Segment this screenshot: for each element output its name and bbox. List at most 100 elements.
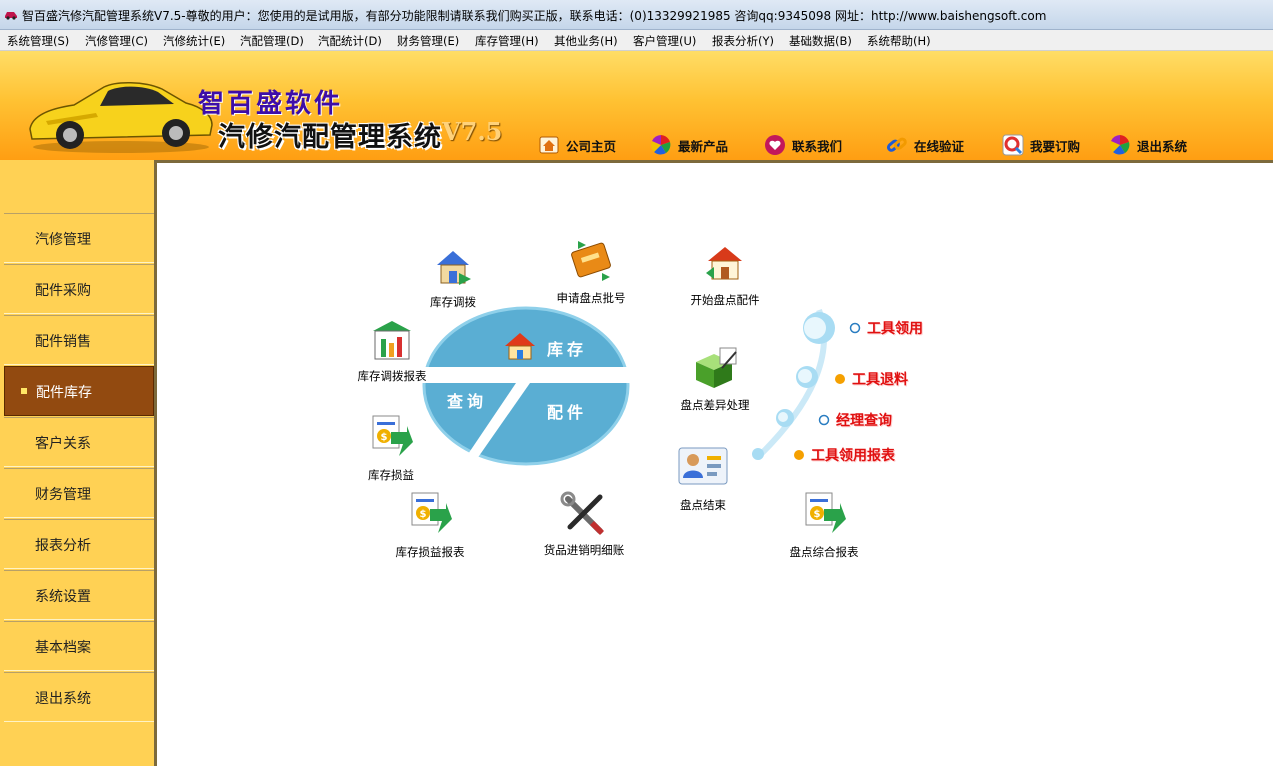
apply-batch-button[interactable]: 申请盘点批号	[536, 235, 646, 306]
quick-link-manager-query[interactable]: 经理查询	[818, 410, 892, 430]
menu-reports[interactable]: 报表分析(Y)	[712, 33, 774, 49]
sidebar-item-repair[interactable]: 汽修管理	[4, 213, 154, 263]
system-name: 汽修汽配管理系统	[218, 122, 442, 153]
version-label: V7.5	[442, 117, 503, 146]
nav-label: 在线验证	[914, 138, 965, 154]
sidebar-item-sales[interactable]: 配件销售	[4, 315, 154, 365]
nav-online-verify[interactable]: 在线验证	[886, 132, 964, 158]
dollar-arrow-icon: $	[372, 415, 413, 456]
sidebar-item-label: 系统设置	[35, 589, 91, 605]
menu-parts[interactable]: 汽配管理(D)	[240, 33, 304, 49]
hub-label-parts[interactable]: 配件	[547, 399, 587, 423]
pinwheel-icon	[1110, 135, 1130, 155]
nav-label: 公司主页	[566, 138, 617, 154]
menu-customer[interactable]: 客户管理(U)	[633, 33, 696, 49]
sidebar-item-inventory[interactable]: 配件库存	[4, 366, 154, 416]
magnifier-icon	[1002, 134, 1024, 156]
sidebar-item-archive[interactable]: 基本档案	[4, 621, 154, 671]
chain-link-icon	[886, 137, 907, 152]
nav-label: 退出系统	[1137, 138, 1188, 154]
start-stocktake-button[interactable]: 开始盘点配件	[670, 239, 780, 308]
quick-link-tool-issue-report[interactable]: 工具领用报表	[793, 445, 895, 465]
sidebar-item-label: 配件销售	[35, 334, 91, 350]
app-window: 智百盛汽修汽配管理系统V7.5-尊敬的用户：您使用的是试用版，有部分功能限制请联…	[0, 0, 1273, 766]
menu-finance[interactable]: 财务管理(E)	[397, 33, 459, 49]
sidebar-item-label: 财务管理	[35, 487, 91, 503]
sidebar-item-label: 客户关系	[35, 436, 91, 452]
quick-link-label: 经理查询	[836, 413, 892, 429]
house-transfer-icon	[437, 251, 471, 285]
nav-new-products[interactable]: 最新产品	[650, 132, 728, 158]
svg-text:$: $	[420, 509, 427, 520]
hub-label-inventory[interactable]: 库存	[547, 336, 587, 360]
quick-link-label: 工具领用报表	[811, 448, 895, 464]
menu-system[interactable]: 系统管理(S)	[7, 33, 69, 49]
icon-label: 盘点综合报表	[789, 545, 859, 559]
sidebar-item-reports[interactable]: 报表分析	[4, 519, 154, 569]
house-arrow-icon	[706, 247, 742, 280]
box-pen-icon	[696, 347, 737, 388]
sidebar-item-label: 配件采购	[35, 283, 91, 299]
nav-order[interactable]: 我要订购	[1002, 132, 1080, 158]
nav-label: 最新产品	[678, 138, 729, 154]
person-card-icon	[678, 447, 728, 485]
stocktake-summary-report-button[interactable]: $ 盘点综合报表	[779, 489, 869, 560]
bar-chart-icon	[373, 321, 411, 360]
menu-inventory[interactable]: 库存管理(H)	[475, 33, 539, 49]
inventory-hub-diagram	[420, 306, 632, 466]
ticket-icon	[571, 241, 611, 281]
icon-label: 申请盘点批号	[556, 291, 626, 305]
menu-bar: 系统管理(S) 汽修管理(C) 汽修统计(E) 汽配管理(D) 汽配统计(D) …	[0, 30, 1273, 51]
sidebar-item-label: 退出系统	[35, 691, 91, 707]
main-content: 库存 查询 配件 库存调拨 申请盘点批号 开始盘点配件 库存调拨报表 盘点差异处…	[157, 160, 1273, 766]
icon-label: 盘点结束	[680, 498, 726, 512]
circle-bullet-icon	[849, 322, 861, 334]
menu-repair[interactable]: 汽修管理(C)	[85, 33, 148, 49]
menu-other[interactable]: 其他业务(H)	[554, 33, 618, 49]
sidebar-item-purchase[interactable]: 配件采购	[4, 264, 154, 314]
quick-link-label: 工具领用	[867, 321, 923, 337]
active-bullet-icon	[21, 388, 27, 394]
menu-parts-stats[interactable]: 汽配统计(D)	[318, 33, 382, 49]
sidebar-item-customer[interactable]: 客户关系	[4, 417, 154, 467]
nav-exit-system[interactable]: 退出系统	[1109, 132, 1187, 158]
stock-transfer-button[interactable]: 库存调拨	[403, 245, 503, 310]
icon-label: 库存调拨报表	[357, 369, 427, 383]
dot-bullet-icon	[794, 450, 804, 460]
menu-help[interactable]: 系统帮助(H)	[867, 33, 931, 49]
tools-icon	[560, 491, 604, 535]
sidebar-item-exit[interactable]: 退出系统	[4, 672, 154, 722]
title-bar[interactable]: 智百盛汽修汽配管理系统V7.5-尊敬的用户：您使用的是试用版，有部分功能限制请联…	[0, 0, 1273, 30]
menu-base-data[interactable]: 基础数据(B)	[789, 33, 852, 49]
profit-loss-report-button[interactable]: $ 库存损益报表	[385, 489, 475, 560]
stocktake-end-button[interactable]: 盘点结束	[663, 442, 743, 513]
icon-label: 货品进销明细账	[543, 543, 625, 557]
sidebar-item-settings[interactable]: 系统设置	[4, 570, 154, 620]
stock-profit-loss-button[interactable]: $ 库存损益	[351, 412, 431, 483]
window-title: 智百盛汽修汽配管理系统V7.5-尊敬的用户：您使用的是试用版，有部分功能限制请联…	[22, 9, 1047, 23]
sidebar-item-finance[interactable]: 财务管理	[4, 468, 154, 518]
menu-repair-stats[interactable]: 汽修统计(E)	[163, 33, 225, 49]
icon-label: 库存损益	[368, 468, 414, 482]
icon-label: 库存损益报表	[395, 545, 465, 559]
sidebar-item-label: 基本档案	[35, 640, 91, 656]
sidebar-item-label: 配件库存	[36, 385, 92, 401]
sidebar: 汽修管理 配件采购 配件销售 配件库存 客户关系 财务管理 报表分析 系统设置 …	[0, 160, 157, 766]
hub-label-query[interactable]: 查询	[447, 388, 487, 412]
nav-company-home[interactable]: 公司主页	[538, 132, 616, 158]
pinwheel-icon	[651, 135, 671, 155]
nav-label: 联系我们	[792, 138, 843, 154]
transfer-report-button[interactable]: 库存调拨报表	[347, 319, 437, 384]
nav-label: 我要订购	[1030, 138, 1081, 154]
dollar-arrow-icon: $	[411, 492, 452, 533]
nav-contact-us[interactable]: 联系我们	[764, 132, 842, 158]
quick-link-tool-return[interactable]: 工具退料	[834, 369, 908, 389]
quick-link-label: 工具退料	[852, 372, 908, 388]
goods-ledger-button[interactable]: 货品进销明细账	[534, 491, 634, 558]
quick-link-tool-issue[interactable]: 工具领用	[849, 318, 923, 338]
icon-label: 开始盘点配件	[690, 293, 760, 307]
svg-text:$: $	[381, 432, 388, 443]
home-icon	[539, 136, 559, 154]
svg-text:$: $	[814, 509, 821, 520]
dollar-arrow-icon: $	[805, 492, 846, 533]
